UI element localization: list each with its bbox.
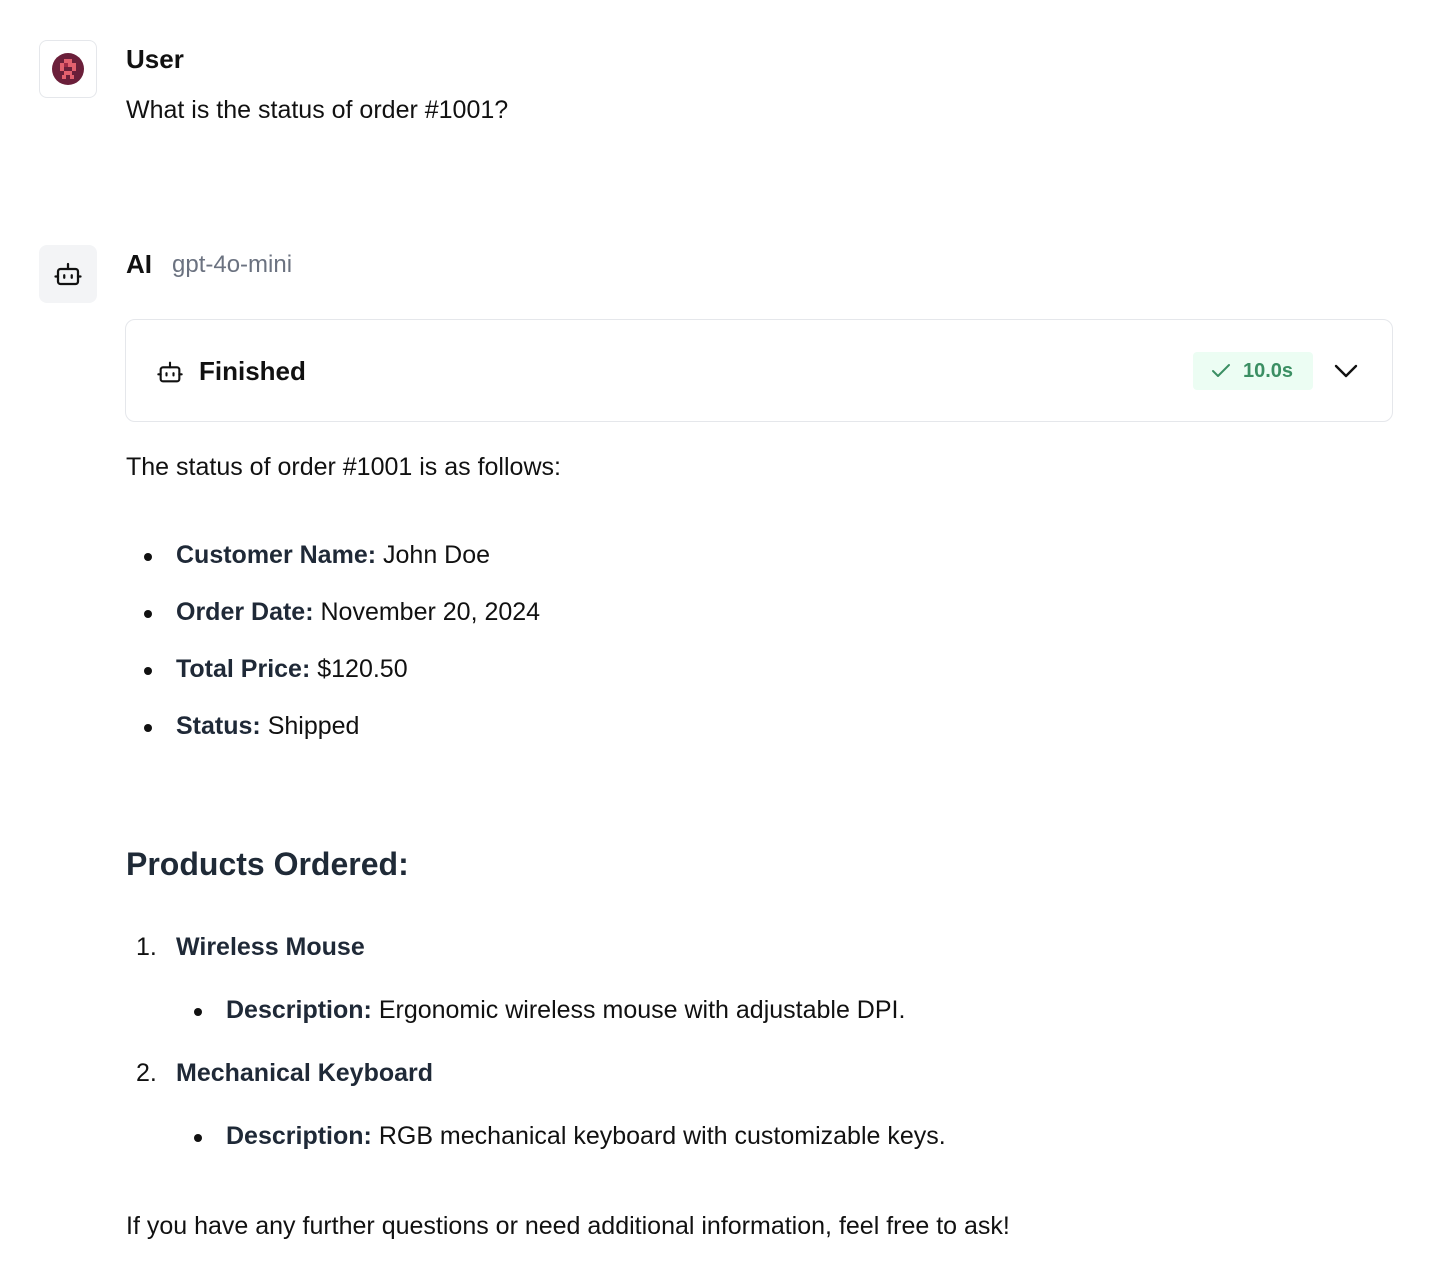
products-heading: Products Ordered:: [126, 846, 409, 882]
products-list: 1. Wireless Mouse Description: Ergonomic…: [126, 930, 1406, 1153]
detail-value: Shipped: [267, 712, 360, 740]
ai-author-name: AI: [126, 249, 152, 279]
duration-badge: 10.0s: [1193, 352, 1313, 390]
response-intro: The status of order #1001 is as follows:: [126, 453, 561, 481]
list-item: 1. Wireless Mouse Description: Ergonomic…: [126, 930, 1406, 1056]
run-status-label: Finished: [199, 356, 306, 386]
detail-label: Total Price:: [176, 655, 311, 683]
detail-label: Customer Name:: [176, 541, 377, 569]
chevron-down-icon[interactable]: [1333, 360, 1359, 382]
list-item: Status: Shipped: [126, 709, 1406, 766]
description-text: Ergonomic wireless mouse with adjustable…: [378, 996, 906, 1024]
run-status-card[interactable]: Finished 10.0s: [125, 319, 1393, 422]
list-item: Total Price: $120.50: [126, 652, 1406, 709]
description-text: RGB mechanical keyboard with customizabl…: [378, 1122, 946, 1150]
detail-value: John Doe: [383, 541, 491, 569]
detail-value: November 20, 2024: [320, 598, 541, 626]
product-name: Mechanical Keyboard: [176, 1059, 434, 1087]
detail-label: Status:: [176, 712, 261, 740]
user-avatar: [39, 40, 97, 98]
check-icon: [1212, 364, 1230, 377]
product-description: Description: RGB mechanical keyboard wit…: [126, 1119, 1406, 1153]
ai-avatar: [39, 245, 97, 303]
duration-text: 10.0s: [1243, 359, 1294, 382]
product-description: Description: Ergonomic wireless mouse wi…: [126, 993, 1406, 1027]
model-name: gpt-4o-mini: [172, 251, 293, 278]
description-label: Description:: [226, 1122, 372, 1150]
product-number: 1.: [136, 933, 157, 961]
detail-label: Order Date:: [176, 598, 314, 626]
list-item: Customer Name: John Doe: [126, 538, 1406, 595]
description-label: Description:: [226, 996, 372, 1024]
response-closing: If you have any further questions or nee…: [126, 1212, 1010, 1240]
detail-value: $120.50: [317, 655, 408, 683]
user-message-text: What is the status of order #1001?: [126, 96, 509, 124]
bot-icon: [157, 361, 183, 383]
list-item: Order Date: November 20, 2024: [126, 595, 1406, 652]
bot-icon: [54, 262, 82, 286]
order-details-list: Customer Name: John Doe Order Date: Nove…: [126, 538, 1406, 766]
pixel-avatar-icon: [52, 53, 84, 85]
ai-response-body: The status of order #1001 is as follows:…: [126, 450, 1406, 766]
product-name: Wireless Mouse: [176, 933, 365, 961]
user-author-name: User: [126, 44, 184, 74]
product-number: 2.: [136, 1059, 157, 1087]
list-item: 2. Mechanical Keyboard Description: RGB …: [126, 1056, 1406, 1153]
